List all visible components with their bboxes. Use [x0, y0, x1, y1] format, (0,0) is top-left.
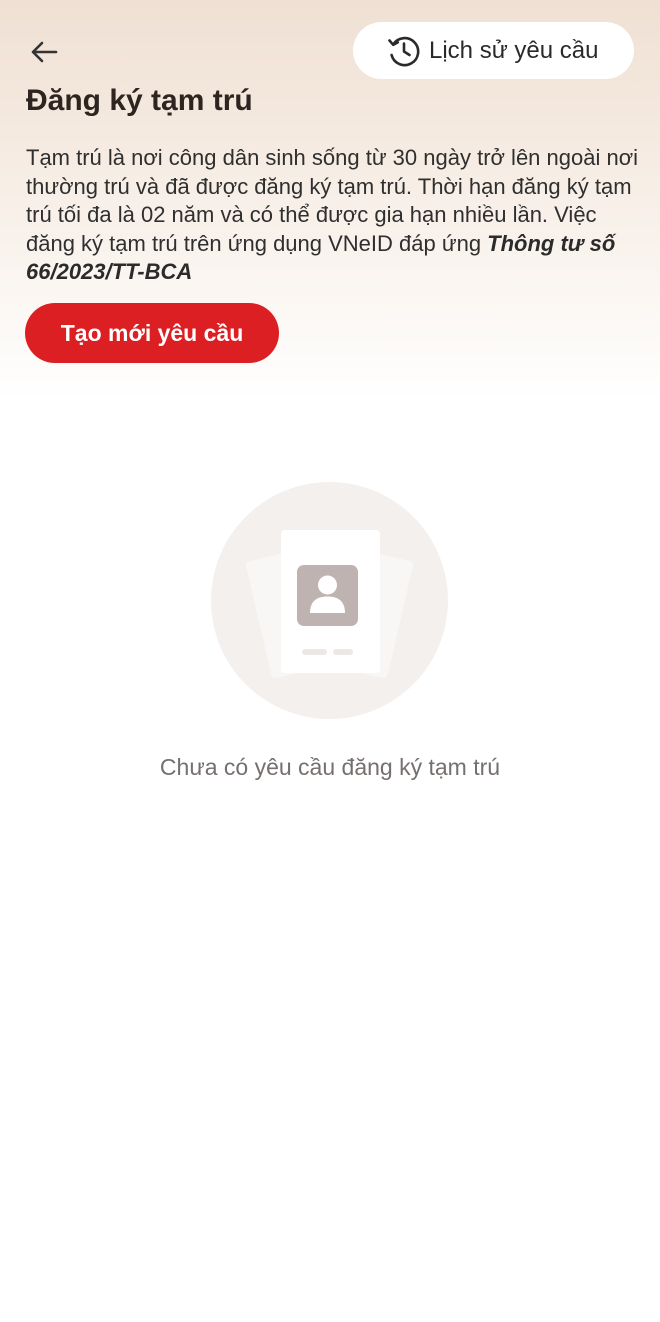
empty-state-message: Chưa có yêu cầu đăng ký tạm trú: [159, 754, 501, 780]
page-title: Đăng ký tạm trú: [26, 84, 253, 117]
id-card-person-icon: [211, 482, 448, 719]
arrow-left-icon: [31, 41, 58, 63]
create-request-button[interactable]: Tạo mới yêu cầu: [25, 303, 279, 363]
clock-history-icon: [387, 34, 421, 68]
empty-state-illustration: [211, 482, 448, 719]
back-button[interactable]: [22, 30, 66, 74]
page-description: Tạm trú là nơi công dân sinh sống từ 30 …: [26, 144, 638, 287]
request-history-label: Lịch sử yêu cầu: [429, 36, 599, 64]
request-history-button[interactable]: Lịch sử yêu cầu: [353, 22, 634, 79]
